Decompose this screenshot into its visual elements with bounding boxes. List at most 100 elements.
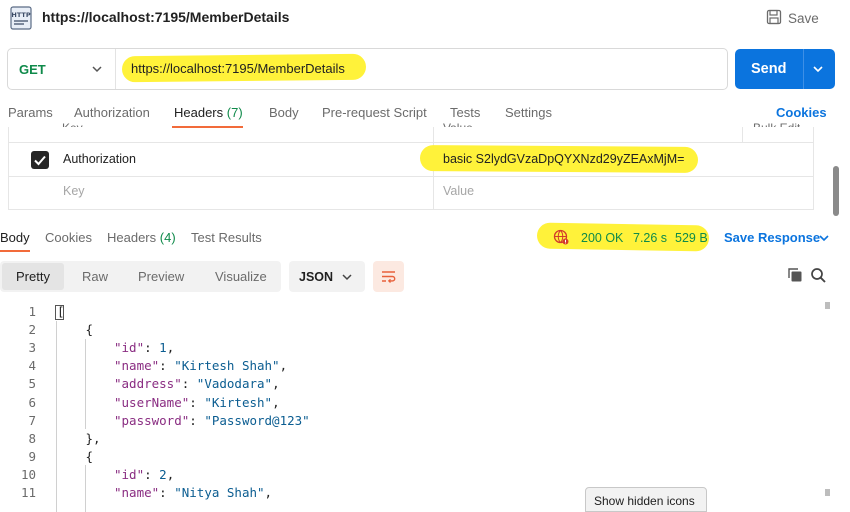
tab-authorization[interactable]: Authorization <box>74 105 150 120</box>
http-icon: HTTP <box>10 6 32 30</box>
globe-error-icon[interactable] <box>553 229 569 245</box>
code-text: { <box>86 449 94 464</box>
chevron-down-icon[interactable] <box>90 62 104 76</box>
tab-test-results[interactable]: Test Results <box>191 230 262 245</box>
column-divider <box>742 127 743 142</box>
tab-params[interactable]: Params <box>8 105 53 120</box>
mode-preview[interactable]: Preview <box>138 269 184 284</box>
json-punctuation: , <box>272 376 280 392</box>
tab-body[interactable]: Body <box>269 105 299 120</box>
code-line[interactable]: 8}, <box>0 431 820 449</box>
json-key: "id" <box>114 340 145 356</box>
line-number: 6 <box>28 394 36 410</box>
json-string: "Password@123" <box>204 412 310 428</box>
tab-response-body[interactable]: Body <box>0 230 30 245</box>
json-key: "address" <box>114 376 182 392</box>
mode-raw[interactable]: Raw <box>82 269 108 284</box>
line-number: 7 <box>28 412 36 428</box>
new-value-input[interactable]: Value <box>443 184 474 198</box>
code-line[interactable]: 7 "password": "Password@123" <box>0 413 820 431</box>
code-line[interactable]: 6 "userName": "Kirtesh", <box>0 395 820 413</box>
request-title: https://localhost:7195/MemberDetails <box>42 9 290 25</box>
json-punctuation: : <box>189 412 205 428</box>
header-key-cell[interactable]: Authorization <box>63 152 136 166</box>
line-number: 11 <box>20 485 36 500</box>
method-select[interactable]: GET <box>19 62 46 77</box>
json-string: "Vadodara" <box>196 376 273 392</box>
tab-response-headers[interactable]: Headers (4) <box>107 230 176 245</box>
json-punctuation: : <box>159 358 175 374</box>
code-text: }, <box>86 431 101 446</box>
code-text: "userName": "Kirtesh", <box>114 395 280 410</box>
json-punctuation: }, <box>85 430 101 446</box>
method-divider <box>115 49 116 89</box>
bulk-edit-link[interactable]: Bulk Edit <box>753 115 800 127</box>
code-text: "id": 1, <box>114 340 174 355</box>
line-number: 8 <box>28 430 36 446</box>
table-divider <box>8 209 814 210</box>
json-punctuation: [ <box>57 304 65 319</box>
tab-response-headers-count: (4) <box>159 230 176 245</box>
scroll-down-arrow[interactable] <box>825 489 830 496</box>
json-key: "name" <box>114 485 160 500</box>
json-punctuation: , <box>166 340 175 356</box>
code-text: "name": "Nitya Shah", <box>114 485 272 500</box>
json-punctuation: : <box>181 376 197 392</box>
json-punctuation: { <box>85 448 94 464</box>
scrollbar-thumb[interactable] <box>833 166 839 216</box>
json-punctuation: : <box>144 340 160 356</box>
table-divider <box>8 142 814 143</box>
column-header-key: Key <box>62 115 83 127</box>
code-line[interactable]: 5 "address": "Vadodara", <box>0 376 820 394</box>
chevron-down-icon[interactable] <box>818 231 830 243</box>
save-label: Save <box>788 10 819 26</box>
header-enabled-checkbox[interactable] <box>31 151 49 169</box>
new-key-input[interactable]: Key <box>63 184 85 198</box>
send-options-chevron-icon[interactable] <box>811 62 825 76</box>
code-line[interactable]: 4 "name": "Kirtesh Shah", <box>0 358 820 376</box>
header-value-cell[interactable]: basic S2lydGVzaDpQYXNzd29yZEAxMjM= <box>443 152 684 166</box>
line-number: 2 <box>28 322 36 338</box>
line-number: 10 <box>20 466 36 482</box>
code-line[interactable]: 9{ <box>0 449 820 467</box>
save-response-button[interactable]: Save Response <box>724 230 820 245</box>
json-key: "id" <box>114 466 145 482</box>
response-body-editor[interactable]: 1[2{3 "id": 1, 4 "name": "Kirtesh Shah", 5 "a… <box>0 302 820 512</box>
json-string: "Kirtesh Shah" <box>174 358 280 374</box>
tab-headers-count: (7) <box>226 105 243 120</box>
copy-icon[interactable] <box>787 267 803 283</box>
language-label[interactable]: JSON <box>299 270 333 284</box>
tab-pre-request-script[interactable]: Pre-request Script <box>322 105 427 120</box>
json-punctuation: : <box>189 394 205 410</box>
code-line[interactable]: 10 "id": 2, <box>0 467 820 485</box>
status-code[interactable]: 200 OK <box>581 231 623 245</box>
code-line[interactable]: 3 "id": 1, <box>0 340 820 358</box>
code-line[interactable]: 1[ <box>0 304 820 322</box>
json-punctuation: , <box>166 466 175 482</box>
tab-headers[interactable]: Headers (7) <box>174 105 243 120</box>
url-input[interactable]: https://localhost:7195/MemberDetails <box>131 61 345 76</box>
json-string: "Kirtesh" <box>204 394 273 410</box>
mode-visualize[interactable]: Visualize <box>215 269 267 284</box>
wrap-lines-icon[interactable] <box>380 268 397 285</box>
response-size[interactable]: 529 B <box>675 231 708 245</box>
mode-pretty[interactable]: Pretty <box>16 269 50 284</box>
search-icon[interactable] <box>810 267 827 284</box>
code-text: { <box>86 322 94 337</box>
scroll-up-arrow[interactable] <box>825 302 830 309</box>
tab-response-headers-label: Headers <box>107 230 157 245</box>
code-text: "address": "Vadodara", <box>114 376 280 391</box>
code-line[interactable]: 2{ <box>0 322 820 340</box>
tab-response-cookies[interactable]: Cookies <box>45 230 92 245</box>
save-button[interactable]: Save <box>766 7 819 29</box>
tab-settings[interactable]: Settings <box>505 105 552 120</box>
line-number: 5 <box>28 376 36 392</box>
code-text: "password": "Password@123" <box>114 413 310 428</box>
code-text: [ <box>57 304 65 319</box>
chevron-down-icon[interactable] <box>341 270 353 282</box>
line-number: 3 <box>28 340 36 356</box>
json-punctuation: { <box>85 322 94 338</box>
json-punctuation: , <box>272 394 280 410</box>
response-time[interactable]: 7.26 s <box>633 231 667 245</box>
send-label[interactable]: Send <box>751 61 786 77</box>
